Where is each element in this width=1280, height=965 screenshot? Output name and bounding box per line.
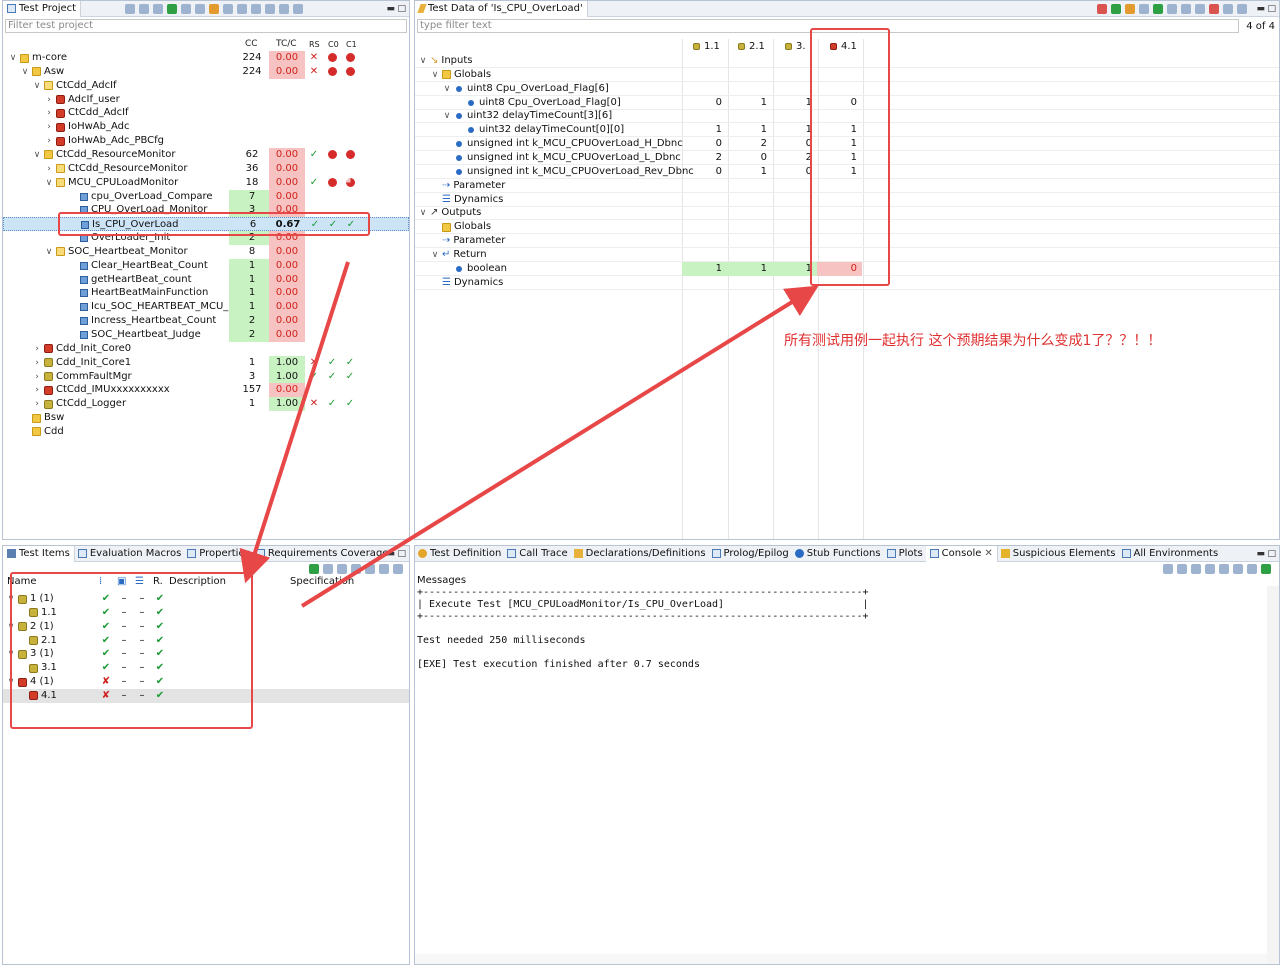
annotation-arrows (239, 261, 819, 608)
arrow-to-test-items (239, 261, 350, 584)
arrow-to-testcase-4 (300, 285, 819, 608)
